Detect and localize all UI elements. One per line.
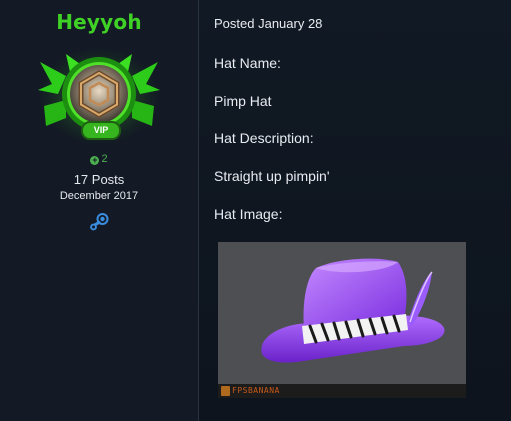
hat-image[interactable]: FPSBANANA — [218, 242, 466, 398]
join-date: December 2017 — [59, 190, 139, 202]
hat-description-value: Straight up pimpin' — [214, 168, 330, 184]
reputation: +2 — [0, 153, 198, 165]
post-count: 17 Posts — [73, 172, 125, 187]
author-panel: Heyyoh VIP + 2 17 Posts December 2017 — [0, 0, 199, 421]
post-date[interactable]: Posted January 28 — [214, 16, 322, 31]
hat-description-label: Hat Description: — [214, 130, 314, 146]
image-watermark: FPSBANANA — [232, 386, 280, 395]
hat-name-label: Hat Name: — [214, 55, 281, 71]
image-footer: FPSBANANA — [218, 384, 466, 398]
reputation-count: 2 — [101, 153, 108, 165]
hat-name-value: Pimp Hat — [214, 93, 272, 109]
steam-icon — [90, 213, 109, 231]
page: Heyyoh VIP + 2 17 Posts December 2017 Po… — [0, 0, 511, 421]
steam-link[interactable] — [88, 212, 110, 232]
author-name[interactable]: Heyyoh — [0, 10, 198, 34]
purple-hat-illustration — [261, 258, 445, 363]
plus-icon: + — [90, 155, 100, 165]
gamebanana-logo-icon — [221, 386, 230, 396]
hat-image-label: Hat Image: — [214, 206, 283, 222]
vip-badge: VIP — [81, 121, 121, 140]
